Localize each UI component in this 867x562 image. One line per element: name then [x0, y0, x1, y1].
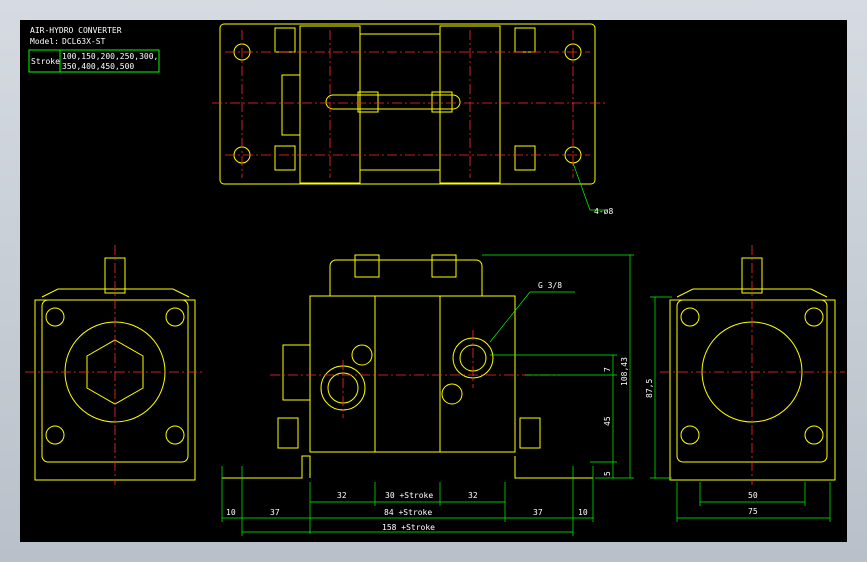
dim-45: 45 [603, 416, 612, 426]
dim-84-stroke: 84 +Stroke [384, 508, 432, 517]
left-hole-tl [45, 307, 65, 327]
front-bolt-left [277, 417, 299, 449]
front-left-boss [282, 344, 311, 401]
dim-158-stroke: 158 +Stroke [382, 523, 435, 532]
front-foot-right [514, 456, 593, 479]
holes-callout: 4-ø8 [594, 207, 613, 216]
front-tube [329, 259, 483, 296]
front-foot-left [222, 455, 311, 479]
title-block: AIR-HYDRO CONVERTER Model: DCL63X-ST Str… [28, 26, 160, 73]
front-nut-left [354, 254, 380, 278]
right-hole-bl [680, 425, 700, 445]
left-end-view [25, 245, 205, 485]
cad-drawing-canvas: AIR-HYDRO CONVERTER Model: DCL63X-ST Str… [20, 20, 847, 542]
front-view: G 3/8 [222, 254, 593, 479]
stroke-label: Stroke [31, 57, 60, 66]
holes-leader [572, 162, 605, 211]
top-bolt-tl [274, 27, 296, 53]
right-body-outline [669, 299, 836, 481]
dim-30-stroke: 30 +Stroke [385, 491, 433, 500]
right-hole-tl [680, 307, 700, 327]
dim-75: 75 [748, 507, 758, 516]
front-bolt-right [519, 417, 541, 449]
top-view: 4-ø8 [212, 23, 613, 216]
top-bolt-bl [274, 145, 296, 171]
dim-32-right: 32 [468, 491, 478, 500]
left-hole-bl [45, 425, 65, 445]
dim-32-left: 32 [337, 491, 347, 500]
window-frame: AIR-HYDRO CONVERTER Model: DCL63X-ST Str… [0, 0, 867, 562]
vertical-dimensions: 108,43 7 45 5 87,5 [482, 254, 672, 479]
top-bolt-br [514, 145, 536, 171]
dim-50: 50 [748, 491, 758, 500]
dim-37-left: 37 [270, 508, 280, 517]
dim-108: 108,43 [620, 357, 629, 386]
drawing-svg: AIR-HYDRO CONVERTER Model: DCL63X-ST Str… [25, 23, 845, 536]
model-value: DCL63X-ST [62, 37, 106, 46]
dim-10-left: 10 [226, 508, 236, 517]
dim-37-right: 37 [533, 508, 543, 517]
dim-875: 87,5 [645, 379, 654, 398]
dim-7: 7 [603, 367, 612, 372]
front-plug-lower [441, 383, 463, 405]
title-text: AIR-HYDRO CONVERTER [30, 26, 122, 35]
top-left-boss [281, 74, 301, 136]
top-base-plate [219, 23, 596, 185]
left-hole-tr [165, 307, 185, 327]
right-end-view [660, 245, 845, 485]
dim-5: 5 [603, 471, 612, 476]
stroke-values-line1: 100,150,200,250,300, [62, 52, 158, 61]
port-leader [489, 291, 575, 343]
front-nut-right [431, 254, 457, 278]
right-hole-tr [804, 307, 824, 327]
dim-10-right: 10 [578, 508, 588, 517]
model-label: Model: [30, 37, 59, 46]
stroke-values-line2: 350,400,450,500 [62, 62, 134, 71]
horizontal-dimensions: 32 30 +Stroke 32 10 37 84 +Stroke 37 10 … [221, 466, 831, 536]
port-callout: G 3/8 [538, 281, 562, 290]
front-plug-upper [351, 344, 373, 366]
left-hole-br [165, 425, 185, 445]
right-hole-br [804, 425, 824, 445]
top-bolt-tr [514, 27, 536, 53]
